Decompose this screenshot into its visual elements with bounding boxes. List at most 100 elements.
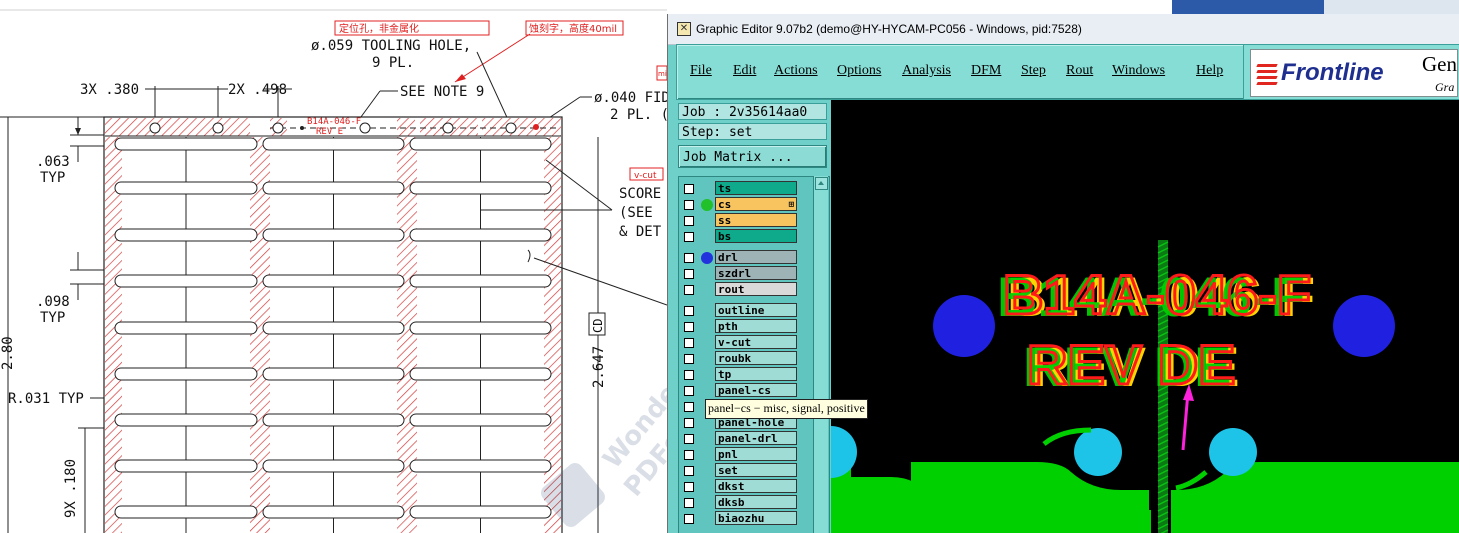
menu-windows[interactable]: Windows (1112, 63, 1165, 79)
layer-row-dksb[interactable]: dksb (679, 495, 815, 511)
menu-actions[interactable]: Actions (774, 63, 818, 79)
layer-row-ts[interactable]: ts (679, 181, 815, 197)
red-note-mini: mi (658, 70, 667, 78)
menu-help[interactable]: Help (1196, 63, 1223, 79)
layer-name[interactable]: roubk (715, 351, 797, 365)
layer-name[interactable]: pth (715, 319, 797, 333)
layer-name[interactable]: tp (715, 367, 797, 381)
layer-name[interactable]: dkst (715, 479, 797, 493)
layer-row-set[interactable]: set (679, 463, 815, 479)
menu-edit[interactable]: Edit (733, 63, 756, 79)
red-note-2: 蚀刻字，高度40mil (529, 22, 617, 35)
layer-name[interactable]: panel-drl (715, 431, 797, 445)
layer-affected-dot-icon[interactable] (701, 252, 713, 264)
layer-checkbox[interactable] (684, 402, 694, 412)
layer-name[interactable]: set (715, 463, 797, 477)
menu-file[interactable]: File (690, 63, 712, 79)
layer-name[interactable]: biaozhu (715, 511, 797, 525)
layer-name[interactable]: outline (715, 303, 797, 317)
layer-checkbox[interactable] (684, 269, 694, 279)
layer-checkbox[interactable] (684, 386, 694, 396)
layer-row-szdrl[interactable]: szdrl (679, 266, 815, 282)
dim-arrow (75, 128, 81, 135)
layer-name[interactable]: dksb (715, 495, 797, 509)
layer-name[interactable]: drl (715, 250, 797, 264)
layer-name[interactable]: szdrl (715, 266, 797, 280)
layer-checkbox[interactable] (684, 354, 694, 364)
layer-row-cs[interactable]: cs ⊞ (679, 197, 815, 213)
layer-row-ss[interactable]: ss (679, 213, 815, 229)
layer-row-pnl[interactable]: pnl (679, 447, 815, 463)
layer-checkbox[interactable] (684, 418, 694, 428)
tooling-hole (149, 122, 161, 134)
layer-checkbox[interactable] (684, 482, 694, 492)
layer-row-outline[interactable]: outline (679, 303, 815, 319)
layer-name[interactable]: pnl (715, 447, 797, 461)
route-slot (114, 228, 258, 242)
route-slot (262, 459, 405, 473)
layer-row-panel-cs[interactable]: panel-cs (679, 383, 815, 399)
layer-checkbox[interactable] (684, 184, 694, 194)
layer-name[interactable]: ts (715, 181, 797, 195)
route-slot (114, 367, 258, 381)
layer-name[interactable]: v-cut (715, 335, 797, 349)
layer-checkbox[interactable] (684, 200, 694, 210)
menu-dfm[interactable]: DFM (971, 63, 1001, 79)
copper-pad (1176, 510, 1216, 533)
layer-row-biaozhu[interactable]: biaozhu (679, 511, 815, 527)
menu-options[interactable]: Options (837, 63, 881, 79)
layer-checkbox[interactable] (684, 434, 694, 444)
layer-name[interactable]: panel-cs (715, 383, 797, 397)
frontline-logo-panel: Frontline Gen Gra (1243, 44, 1459, 100)
layer-row-panel-drl[interactable]: panel-drl (679, 431, 815, 447)
route-slot (409, 459, 552, 473)
window-titlebar[interactable]: ✕ Graphic Editor 9.07b2 (demo@HY-HYCAM-P… (668, 14, 1459, 45)
layer-name[interactable]: cs ⊞ (715, 197, 797, 211)
layer-checkbox[interactable] (684, 338, 694, 348)
right-rail-hatch (544, 137, 561, 533)
layer-affected-dot-icon[interactable] (701, 199, 713, 211)
layer-checkbox[interactable] (684, 498, 694, 508)
magenta-arrow-icon (1181, 391, 1190, 451)
fiducial-mark (300, 126, 304, 130)
layer-checkbox[interactable] (684, 450, 694, 460)
layer-name[interactable]: bs (715, 229, 797, 243)
layer-row-bs[interactable]: bs (679, 229, 815, 245)
layer-checkbox[interactable] (684, 216, 694, 226)
fiducial-note: ø.040 FID (594, 90, 667, 106)
layer-row-dkst[interactable]: dkst (679, 479, 815, 495)
layer-row-v-cut[interactable]: v-cut (679, 335, 815, 351)
layer-row-tp[interactable]: tp (679, 367, 815, 383)
separator-hatch (397, 137, 417, 533)
graphic-canvas[interactable]: B14A-046-F B14A-046-F B14A-046-F REV DE … (831, 100, 1459, 533)
layer-checkbox[interactable] (684, 232, 694, 242)
red-leader-arrow (455, 74, 466, 82)
layer-checkbox[interactable] (684, 285, 694, 295)
menu-rout[interactable]: Rout (1066, 63, 1093, 79)
layer-row-roubk[interactable]: roubk (679, 351, 815, 367)
layer-row-rout[interactable]: rout (679, 282, 815, 298)
menu-step[interactable]: Step (1021, 63, 1046, 79)
layer-list-scrollbar[interactable] (813, 176, 828, 533)
menu-analysis[interactable]: Analysis (902, 63, 951, 79)
layer-name[interactable]: ss (715, 213, 797, 227)
layer-checkbox[interactable] (684, 322, 694, 332)
layer-name[interactable]: rout (715, 282, 797, 296)
layer-checkbox[interactable] (684, 370, 694, 380)
app-icon[interactable]: ✕ (677, 22, 691, 36)
layer-checkbox[interactable] (684, 306, 694, 316)
layer-checkbox[interactable] (684, 514, 694, 524)
layer-checkbox[interactable] (684, 466, 694, 476)
scroll-up-arrow-icon[interactable] (815, 177, 828, 190)
route-slot (262, 367, 405, 381)
canvas-svg: B14A-046-F B14A-046-F B14A-046-F REV DE … (831, 240, 1459, 533)
job-matrix-button[interactable]: Job Matrix ... (678, 145, 827, 168)
layer-expand-icon[interactable]: ⊞ (789, 198, 794, 210)
cd-label: CD (591, 319, 605, 333)
panel-etch-text-1: B14A-046-F (307, 117, 361, 127)
layer-checkbox[interactable] (684, 253, 694, 263)
layer-row-drl[interactable]: drl (679, 250, 815, 266)
route-slot (262, 413, 405, 427)
route-slot (114, 137, 258, 151)
layer-row-pth[interactable]: pth (679, 319, 815, 335)
